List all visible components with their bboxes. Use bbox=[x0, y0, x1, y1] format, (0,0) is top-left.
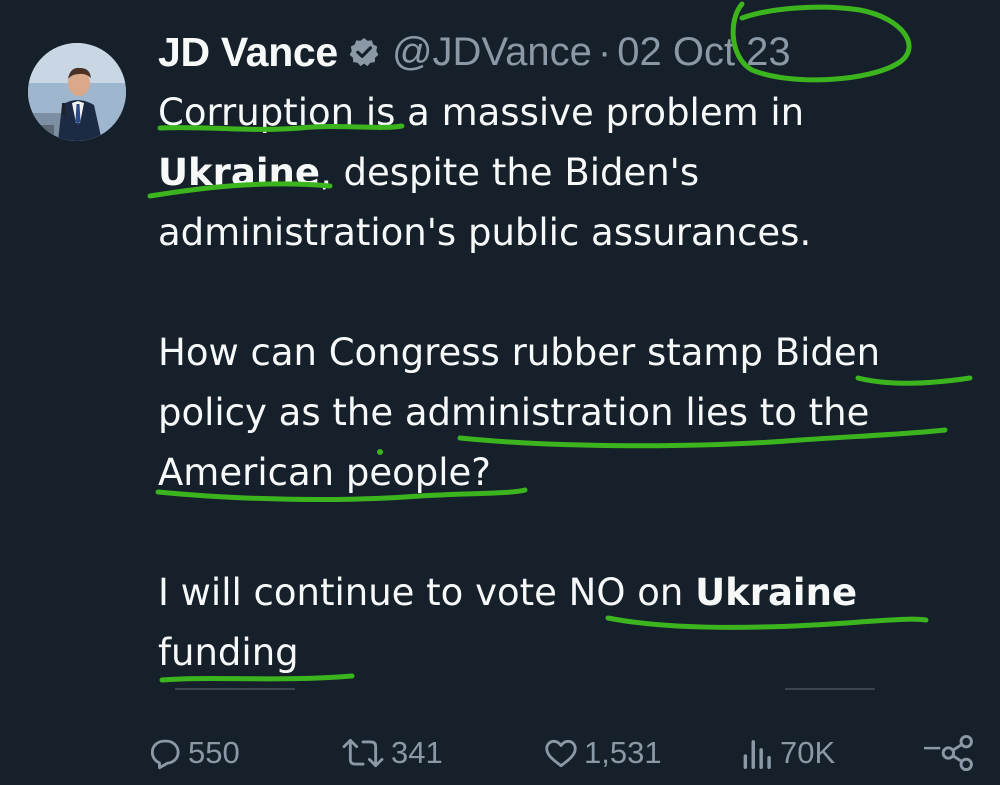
divider bbox=[175, 688, 295, 690]
repost-icon bbox=[342, 738, 384, 768]
text-run: funding bbox=[158, 631, 299, 674]
avatar-photo bbox=[28, 43, 126, 141]
avatar[interactable] bbox=[28, 43, 126, 141]
repost-button[interactable]: 341 bbox=[339, 730, 443, 776]
text-run: How can Congress rubber stamp Biden poli… bbox=[158, 331, 881, 494]
display-name[interactable]: JD Vance bbox=[158, 29, 338, 76]
tweet-card[interactable]: JD Vance @JDVance · 02 Oct 23 Corruption… bbox=[0, 0, 1000, 785]
action-bar: 550 341 1,531 70K bbox=[146, 730, 986, 776]
heart-icon bbox=[545, 739, 577, 768]
share-button[interactable] bbox=[924, 730, 980, 776]
text-run: Corruption is a massive problem in bbox=[158, 91, 805, 134]
reply-count: 550 bbox=[188, 735, 240, 770]
verified-badge-icon[interactable] bbox=[348, 36, 380, 68]
like-button[interactable]: 1,531 bbox=[542, 730, 662, 776]
tweet-header: JD Vance @JDVance · 02 Oct 23 bbox=[158, 27, 791, 77]
views-button[interactable]: 70K bbox=[740, 730, 835, 776]
views-count: 70K bbox=[780, 735, 836, 770]
reply-icon bbox=[150, 739, 180, 770]
text-run-bold: Ukraine bbox=[158, 151, 320, 194]
text-run-bold: Ukraine bbox=[695, 571, 858, 614]
tweet-paragraph: I will continue to vote NO on Ukraine fu… bbox=[158, 563, 988, 683]
share-icon bbox=[924, 734, 973, 772]
post-date[interactable]: 02 Oct 23 bbox=[617, 30, 790, 75]
reply-button[interactable]: 550 bbox=[146, 730, 240, 776]
tweet-paragraph: How can Congress rubber stamp Biden poli… bbox=[158, 323, 988, 503]
tweet-text: Corruption is a massive problem in Ukrai… bbox=[158, 83, 988, 683]
repost-count: 341 bbox=[391, 735, 443, 770]
header-separator: · bbox=[597, 29, 612, 74]
divider bbox=[785, 688, 875, 690]
user-handle[interactable]: @JDVance bbox=[392, 30, 592, 75]
like-count: 1,531 bbox=[584, 735, 662, 770]
tweet-paragraph: Corruption is a massive problem in Ukrai… bbox=[158, 83, 988, 263]
text-run: I will continue to vote NO on bbox=[158, 571, 696, 614]
views-bar-chart-icon bbox=[743, 740, 771, 769]
